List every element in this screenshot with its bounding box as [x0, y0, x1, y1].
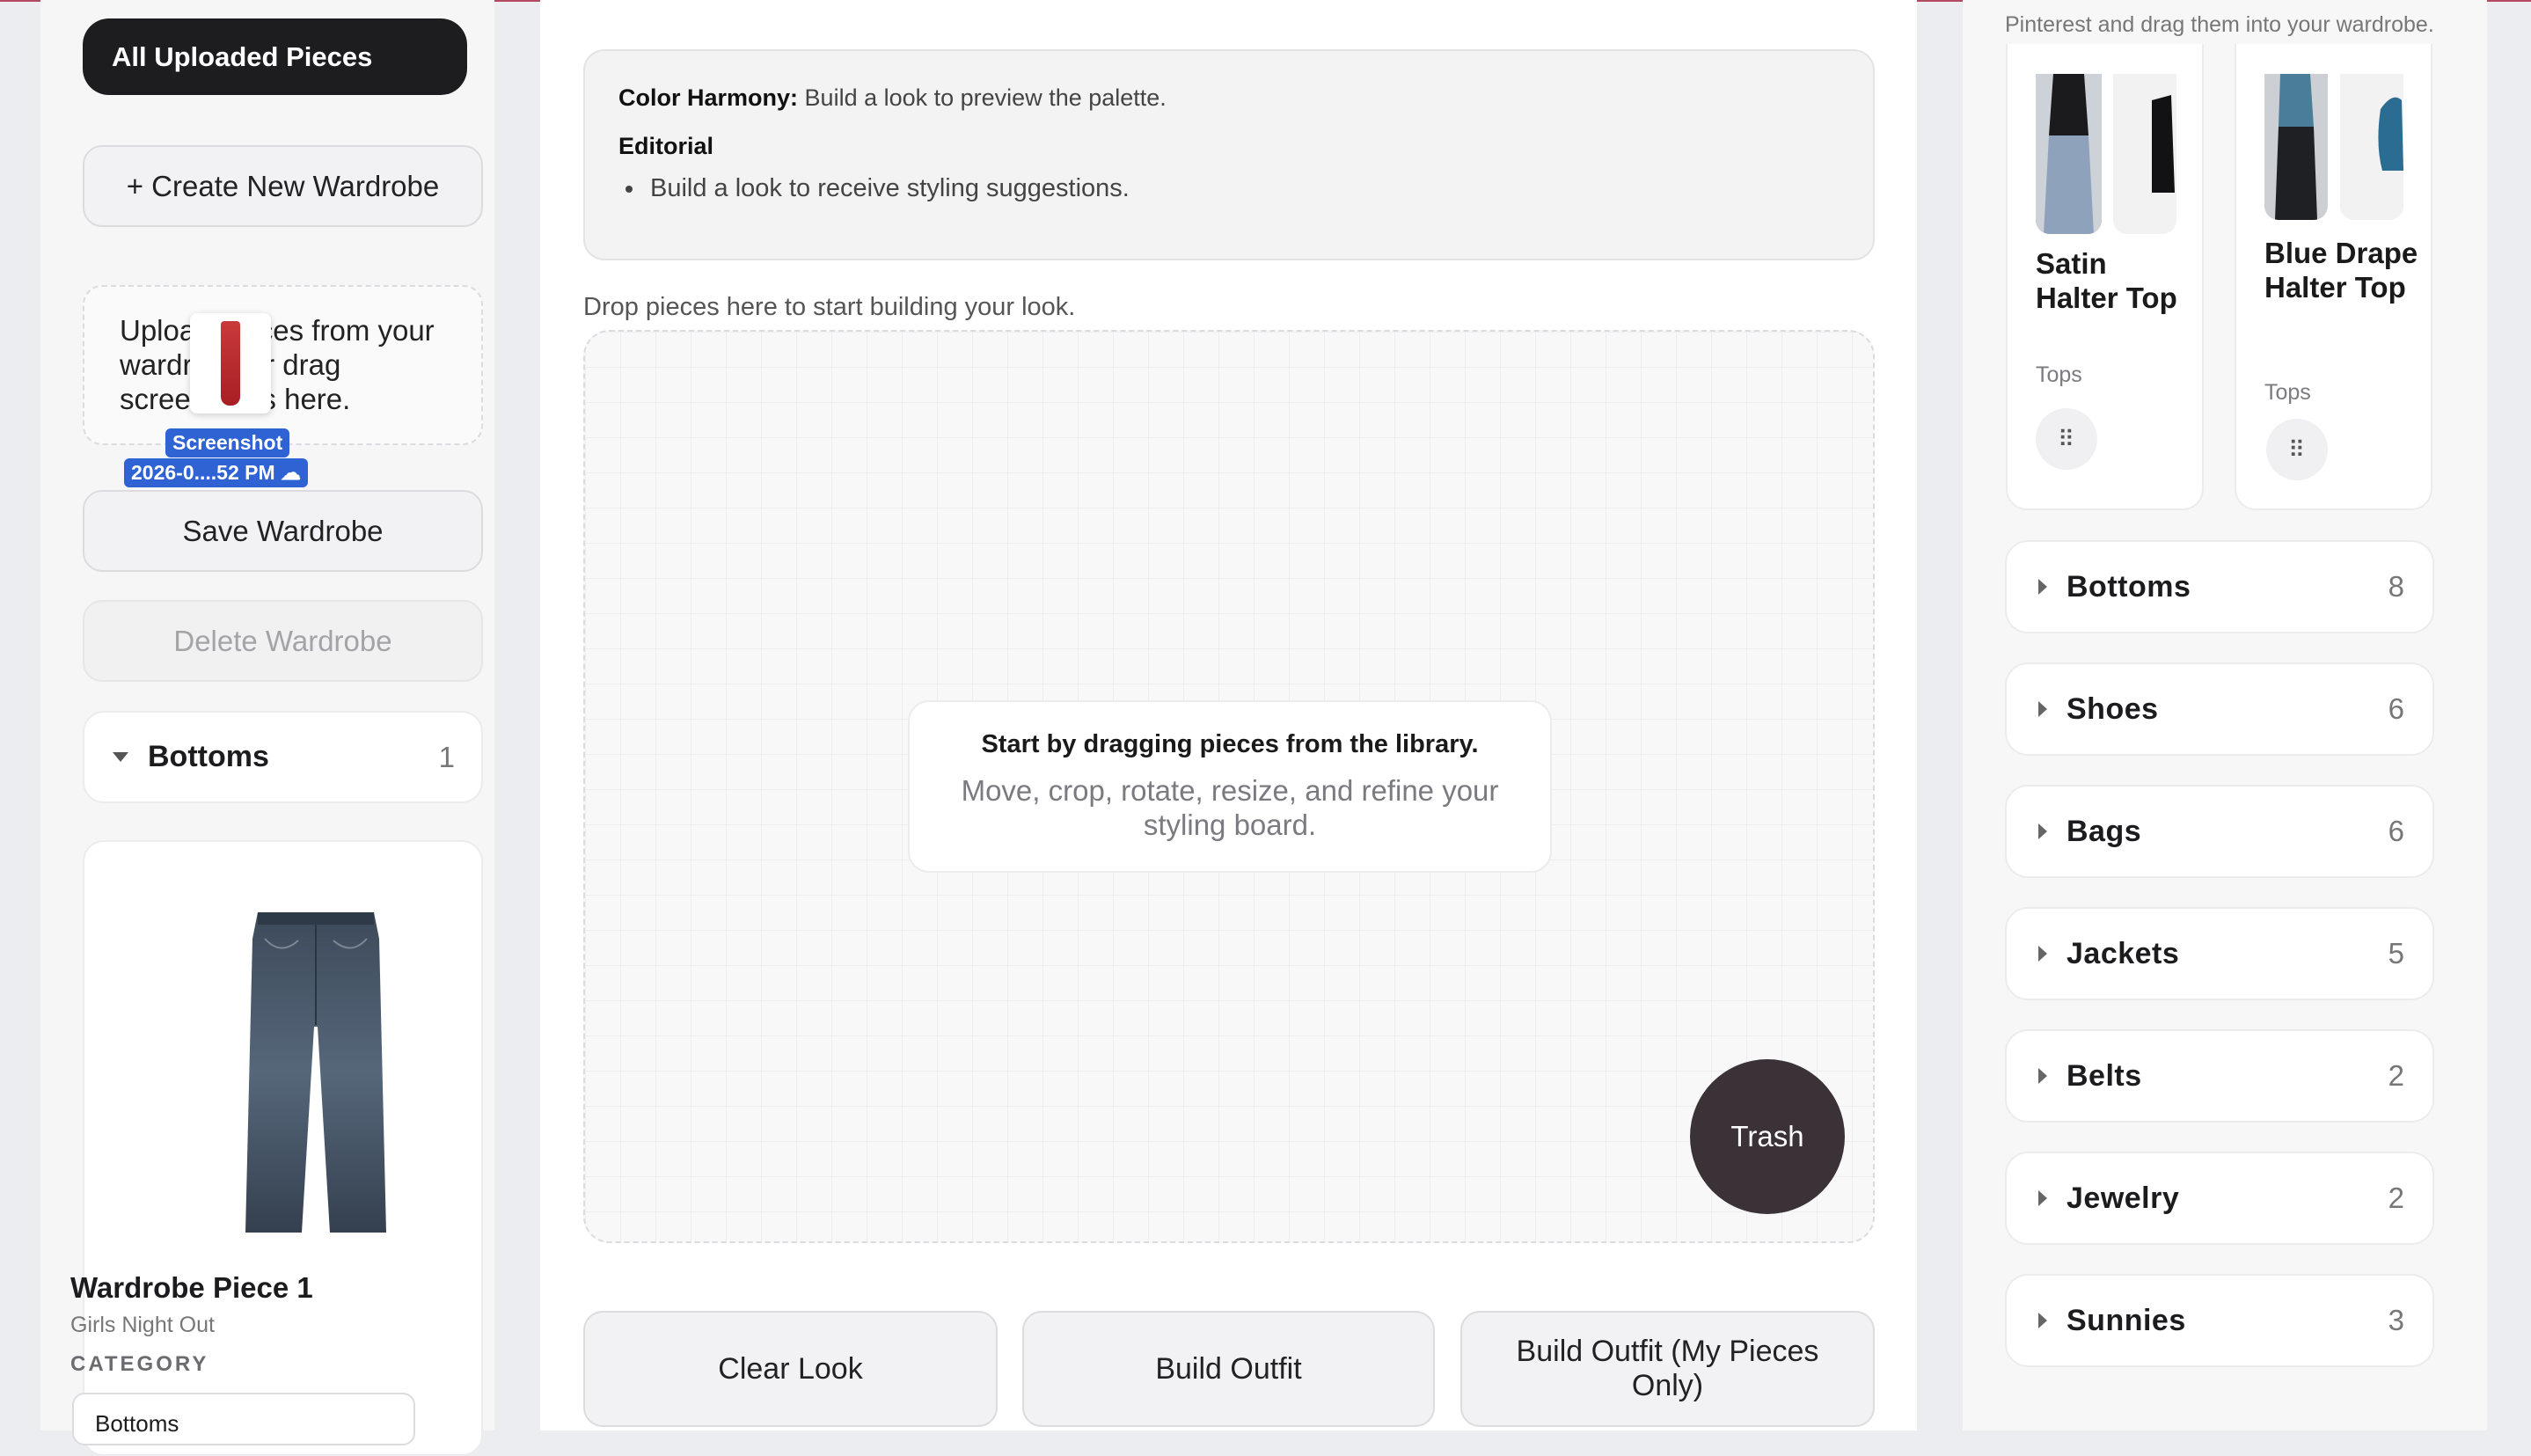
editorial-item-text: Build a look to receive styling suggesti…	[650, 174, 1130, 202]
piece-category-select[interactable]: Bottoms	[72, 1393, 415, 1445]
drag-handle-icon[interactable]: ⠿	[2036, 408, 2097, 470]
category-label: Belts	[2066, 1058, 2142, 1093]
dragging-screenshot-thumbnail[interactable]	[190, 313, 271, 413]
library-category-bags[interactable]: Bags 6	[2005, 785, 2434, 878]
product-type: Tops	[2036, 362, 2082, 387]
wardrobe-sidebar: All Uploaded Pieces + Create New Wardrob…	[40, 0, 494, 1456]
all-uploaded-pieces-button[interactable]: All Uploaded Pieces	[83, 18, 467, 95]
build-outfit-my-pieces-button[interactable]: Build Outfit (My Pieces Only)	[1460, 1311, 1875, 1427]
chevron-down-icon	[113, 752, 128, 762]
product-name: Satin Halter Top	[2036, 247, 2177, 314]
category-count: 3	[2388, 1304, 2404, 1336]
piece-title: Wardrobe Piece 1	[70, 1271, 313, 1304]
color-harmony-line: Color Harmony: Build a look to preview t…	[618, 84, 1840, 112]
product-image	[2036, 74, 2102, 234]
category-count: 6	[2388, 815, 2404, 847]
category-label: Jackets	[2066, 936, 2180, 970]
color-harmony-label: Color Harmony:	[618, 84, 799, 111]
upload-text: Upload pieces from your wardrobe or drag…	[120, 314, 435, 415]
top-photo	[2113, 74, 2176, 234]
cloud-icon: ☁	[281, 461, 302, 484]
model-photo	[2264, 74, 2328, 220]
product-image-alt	[2113, 74, 2176, 234]
library-category-shoes[interactable]: Shoes 6	[2005, 662, 2434, 756]
editorial-item: Build a look to receive styling suggesti…	[618, 174, 1840, 203]
piece-category-label: CATEGORY	[70, 1352, 209, 1376]
top-photo	[2340, 74, 2403, 220]
category-count: 6	[2388, 692, 2404, 725]
chevron-right-icon	[2038, 701, 2047, 717]
insights-panel: Color Harmony: Build a look to preview t…	[583, 49, 1875, 260]
drop-hint: Drop pieces here to start building your …	[583, 293, 1076, 321]
category-label: Jewelry	[2066, 1181, 2180, 1215]
library-category-belts[interactable]: Belts 2	[2005, 1029, 2434, 1123]
board-empty-subtitle: Move, crop, rotate, resize, and refine y…	[961, 774, 1499, 841]
product-type: Tops	[2264, 380, 2311, 405]
chevron-right-icon	[2038, 946, 2047, 962]
drag-filename-text: 2026-0....52 PM	[131, 461, 275, 484]
category-count: 1	[438, 740, 455, 773]
product-image	[2264, 74, 2328, 220]
delete-wardrobe-button[interactable]: Delete Wardrobe	[83, 600, 483, 682]
library-category-jackets[interactable]: Jackets 5	[2005, 907, 2434, 1000]
category-label: Bags	[2066, 814, 2142, 848]
clear-look-button[interactable]: Clear Look	[583, 1311, 998, 1427]
trash-button[interactable]: Trash	[1690, 1059, 1845, 1214]
category-label: Shoes	[2066, 691, 2159, 726]
dress-image	[221, 321, 240, 406]
board-empty-title: Start by dragging pieces from the librar…	[981, 730, 1479, 758]
library-category-bottoms[interactable]: Bottoms 8	[2005, 540, 2434, 633]
product-card[interactable]: Blue Drape Halter Top Tops ⠿	[2235, 44, 2432, 510]
board-empty-message: Start by dragging pieces from the librar…	[908, 700, 1552, 873]
model-photo	[2036, 74, 2102, 234]
color-harmony-text: Build a look to preview the palette.	[804, 84, 1167, 111]
library-category-sunnies[interactable]: Sunnies 3	[2005, 1274, 2434, 1367]
save-wardrobe-button[interactable]: Save Wardrobe	[83, 490, 483, 572]
drag-filename-badge-date: 2026-0....52 PM ☁	[124, 458, 309, 487]
drag-filename-badge: Screenshot	[165, 428, 290, 457]
chevron-right-icon	[2038, 823, 2047, 839]
jeans-image	[245, 912, 386, 1233]
category-label: Sunnies	[2066, 1303, 2186, 1337]
product-image-alt	[2340, 74, 2403, 220]
chevron-right-icon	[2038, 579, 2047, 595]
editorial-title: Editorial	[618, 133, 714, 159]
create-wardrobe-button[interactable]: + Create New Wardrobe	[83, 145, 483, 227]
category-count: 2	[2388, 1059, 2404, 1092]
product-name: Blue Drape Halter Top	[2264, 237, 2418, 304]
library-hint: Pinterest and drag them into your wardro…	[2005, 12, 2434, 37]
chevron-right-icon	[2038, 1068, 2047, 1084]
chevron-right-icon	[2038, 1313, 2047, 1328]
category-label: Bottoms	[2066, 569, 2191, 604]
category-label: Bottoms	[148, 740, 269, 773]
library-category-jewelry[interactable]: Jewelry 2	[2005, 1152, 2434, 1245]
upload-dropzone[interactable]: Upload pieces from your wardrobe or drag…	[83, 285, 483, 445]
build-outfit-button[interactable]: Build Outfit	[1022, 1311, 1435, 1427]
product-card[interactable]: Satin Halter Top Tops ⠿	[2006, 44, 2204, 510]
chevron-right-icon	[2038, 1190, 2047, 1206]
category-count: 5	[2388, 937, 2404, 969]
piece-subtitle: Girls Night Out	[70, 1313, 215, 1337]
category-bottoms-toggle[interactable]: Bottoms 1	[83, 711, 483, 803]
category-count: 8	[2388, 570, 2404, 603]
drag-handle-icon[interactable]: ⠿	[2266, 419, 2328, 480]
category-count: 2	[2388, 1182, 2404, 1214]
